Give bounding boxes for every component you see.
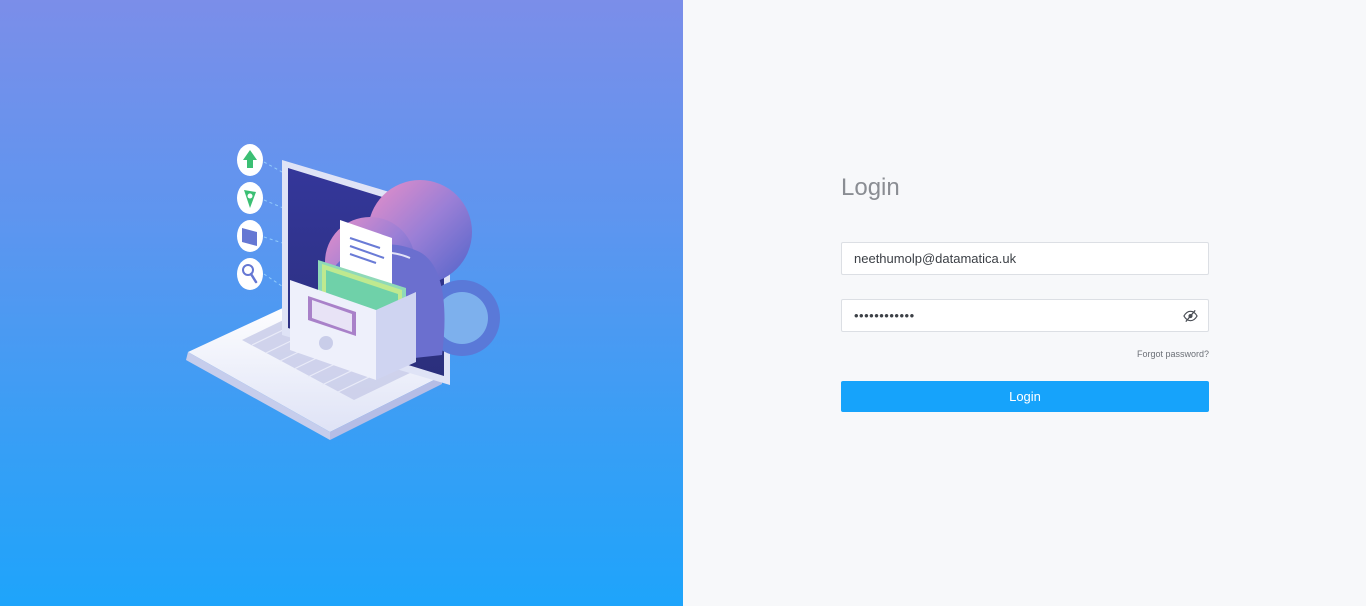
search-icon: [237, 258, 263, 290]
password-field: [841, 299, 1209, 332]
email-input[interactable]: [842, 243, 1208, 274]
cloud-storage-illustration: [186, 144, 500, 440]
eye-slash-icon[interactable]: [1183, 309, 1198, 323]
password-input[interactable]: [842, 300, 1208, 331]
login-form: Login Forgot password? Login: [841, 170, 1209, 412]
email-field: [841, 242, 1209, 275]
forgot-password-link[interactable]: Forgot password?: [1137, 349, 1209, 359]
folder-icon: [237, 220, 263, 252]
login-button[interactable]: Login: [841, 381, 1209, 412]
location-pin-icon: [237, 182, 263, 214]
hero-panel: [0, 0, 683, 606]
login-title: Login: [841, 174, 900, 201]
forgot-password-row: Forgot password?: [841, 347, 1209, 359]
login-panel: Login Forgot password? Login: [683, 0, 1366, 606]
login-page: Login Forgot password? Login: [0, 0, 1366, 606]
upload-arrow-icon: [237, 144, 263, 176]
